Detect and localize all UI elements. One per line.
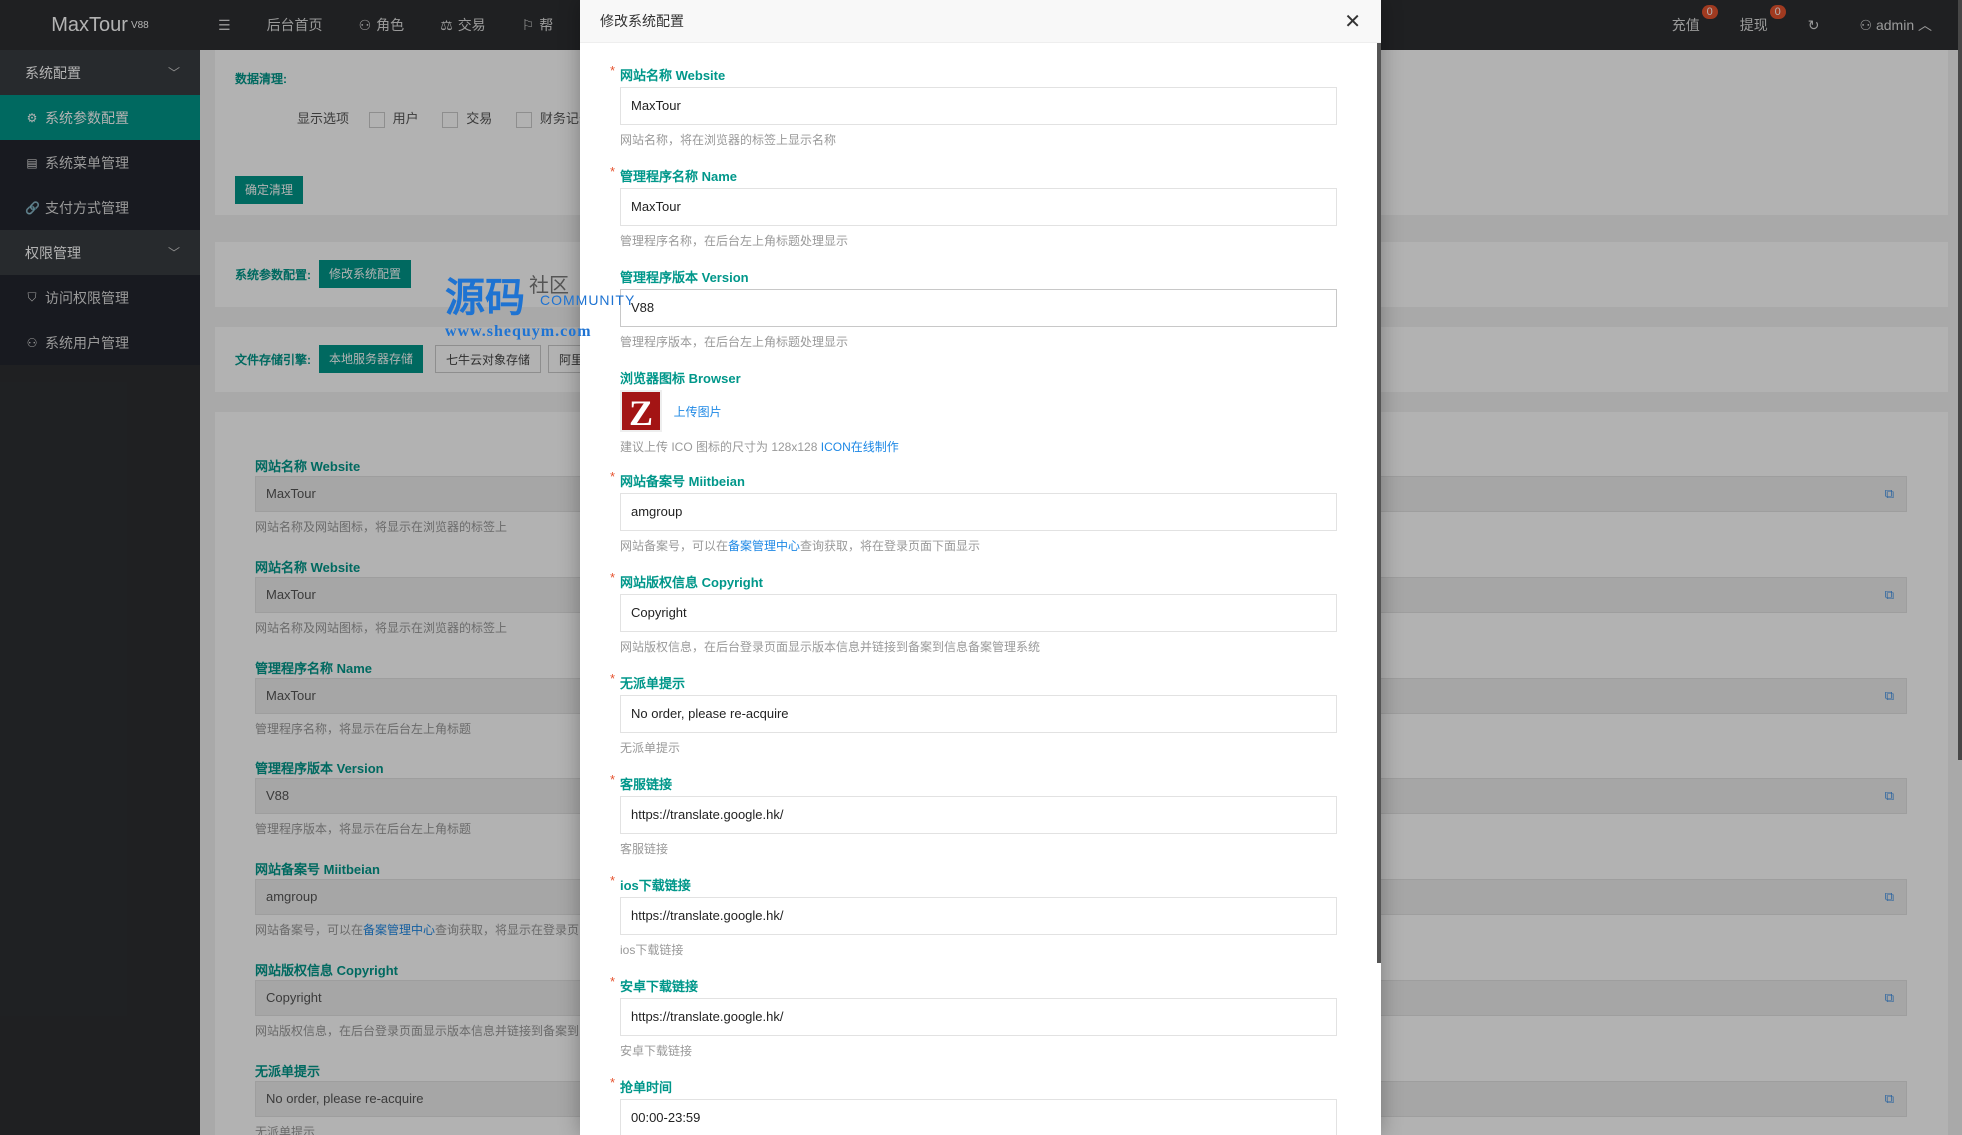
field-grab-time: * 抢单时间 00:00-23:59	[610, 1075, 1337, 1135]
field-website: * 网站名称 Website MaxTour 网站名称，将在浏览器的标签上显示名…	[610, 63, 1337, 148]
modal-title: 修改系统配置	[600, 13, 684, 29]
modal-body: * 网站名称 Website MaxTour 网站名称，将在浏览器的标签上显示名…	[580, 43, 1381, 1135]
required-mark: *	[610, 469, 616, 484]
grab-time-input[interactable]: 00:00-23:59	[620, 1099, 1337, 1135]
service-link-input[interactable]: https://translate.google.hk/	[620, 796, 1337, 834]
app-name-input[interactable]: MaxTour	[620, 188, 1337, 226]
modal-scrollbar[interactable]	[1377, 43, 1381, 963]
required-mark: *	[610, 164, 616, 179]
field-copyright: * 网站版权信息 Copyright Copyright 网站版权信息，在后台登…	[610, 570, 1337, 655]
ios-link-input[interactable]: https://translate.google.hk/	[620, 897, 1337, 935]
modal-header: 修改系统配置 ✕	[580, 0, 1381, 43]
upload-image-link[interactable]: 上传图片	[674, 405, 722, 419]
required-mark: *	[610, 873, 616, 888]
edit-config-modal: 修改系统配置 ✕ * 网站名称 Website MaxTour 网站名称，将在浏…	[580, 0, 1381, 1135]
watermark: 源码 社区 COMMUNITY www.shequym.com	[445, 275, 636, 340]
no-order-input[interactable]: No order, please re-acquire	[620, 695, 1337, 733]
required-mark: *	[610, 671, 616, 686]
copyright-input[interactable]: Copyright	[620, 594, 1337, 632]
app-version-input[interactable]: V88	[620, 289, 1337, 327]
field-no-order: * 无派单提示 No order, please re-acquire 无派单提…	[610, 671, 1337, 756]
miitbeian-input[interactable]: amgroup	[620, 493, 1337, 531]
field-service-link: * 客服链接 https://translate.google.hk/ 客服链接	[610, 772, 1337, 857]
website-input[interactable]: MaxTour	[620, 87, 1337, 125]
icon-maker-link[interactable]: ICON在线制作	[821, 440, 899, 454]
required-mark: *	[610, 1075, 616, 1090]
field-android-link: * 安卓下载链接 https://translate.google.hk/ 安卓…	[610, 974, 1337, 1059]
field-browser-icon: 浏览器图标 Browser Z 上传图片 建议上传 ICO 图标的尺寸为 128…	[620, 371, 899, 454]
filing-center-link[interactable]: 备案管理中心	[728, 539, 800, 553]
required-mark: *	[610, 772, 616, 787]
required-mark: *	[610, 570, 616, 585]
android-link-input[interactable]: https://translate.google.hk/	[620, 998, 1337, 1036]
field-app-name: * 管理程序名称 Name MaxTour 管理程序名称，在后台左上角标题处理显…	[610, 164, 1337, 249]
browser-icon-preview: Z	[620, 390, 662, 433]
required-mark: *	[610, 63, 616, 78]
field-app-version: 管理程序版本 Version V88 管理程序版本，在后台左上角标题处理显示	[620, 267, 1337, 350]
field-miitbeian: * 网站备案号 Miitbeian amgroup 网站备案号，可以在备案管理中…	[610, 469, 1337, 554]
close-icon[interactable]: ✕	[1344, 9, 1361, 34]
field-ios-link: * ios下载链接 https://translate.google.hk/ i…	[610, 873, 1337, 958]
required-mark: *	[610, 974, 616, 989]
